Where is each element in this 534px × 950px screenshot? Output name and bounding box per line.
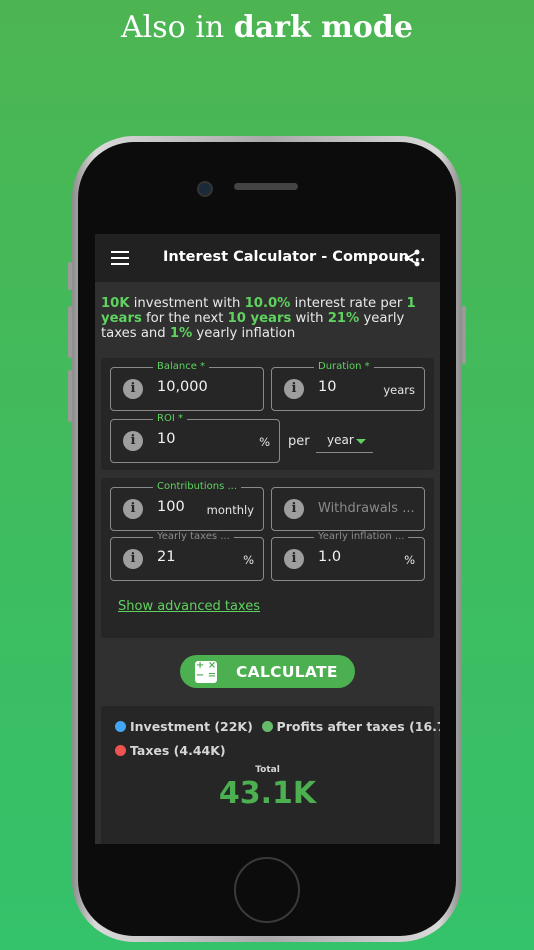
contributions-value[interactable]: 100 xyxy=(157,499,185,515)
summary-amount: 10K xyxy=(101,296,130,311)
legend-taxes: Taxes (4.44K) xyxy=(130,743,226,758)
roi-label: ROI * xyxy=(153,413,187,425)
summary-rate: 10.0% xyxy=(244,296,291,311)
withdrawals-placeholder[interactable]: Withdrawals ... xyxy=(318,501,415,516)
contributions-suffix: monthly xyxy=(206,503,254,517)
contributions-field[interactable]: Contributions ... i 100 monthly xyxy=(110,481,264,531)
legend-row-2: Taxes (4.44K) xyxy=(115,743,226,758)
info-icon[interactable]: i xyxy=(123,379,143,399)
summary-text-6: yearly inflation xyxy=(192,326,296,341)
profits-dot xyxy=(261,721,273,732)
withdrawals-field[interactable]: i Withdrawals ... xyxy=(271,487,425,531)
headline: Also in dark mode xyxy=(0,10,534,45)
hamburger-menu-icon[interactable] xyxy=(111,251,129,265)
total-value: 43.1K xyxy=(218,776,317,811)
yearly-inflation-field[interactable]: Yearly inflation ... i 1.0 % xyxy=(271,531,425,581)
share-icon[interactable] xyxy=(402,248,422,268)
front-camera xyxy=(197,181,213,197)
summary-text-3: for the next xyxy=(141,311,228,326)
info-icon[interactable]: i xyxy=(284,549,304,569)
app-bar: Interest Calculator - Compoun... xyxy=(95,234,440,282)
calculator-icon: + × − = xyxy=(195,660,217,683)
yearly-taxes-label: Yearly taxes ... xyxy=(153,531,234,543)
volume-up-button xyxy=(68,306,72,358)
yearly-inflation-label: Yearly inflation ... xyxy=(314,531,409,543)
duration-field[interactable]: Duration * i 10 years xyxy=(271,361,425,411)
total-label: Total xyxy=(255,765,280,775)
power-button xyxy=(462,306,466,364)
contributions-label: Contributions ... xyxy=(153,481,242,493)
results-card: Investment (22K) Profits after taxes (16… xyxy=(101,706,440,844)
app-screen: Interest Calculator - Compoun... 10K inv… xyxy=(95,234,440,844)
info-icon[interactable]: i xyxy=(123,499,143,519)
summary-taxes: 21% xyxy=(327,311,360,326)
period-select-value: year xyxy=(327,433,354,447)
balance-value[interactable]: 10,000 xyxy=(157,379,208,395)
balance-field[interactable]: Balance * i 10,000 xyxy=(110,361,264,411)
duration-value[interactable]: 10 xyxy=(318,379,336,395)
optional-inputs-card: Contributions ... i 100 monthly i Withdr… xyxy=(101,478,434,638)
summary-text-4: with xyxy=(291,311,328,326)
earpiece-speaker xyxy=(234,183,298,190)
info-icon[interactable]: i xyxy=(123,549,143,569)
per-label: per xyxy=(288,434,310,449)
period-select[interactable]: year xyxy=(316,428,373,453)
summary-text: 10K investment with 10.0% interest rate … xyxy=(95,282,440,354)
yearly-taxes-value[interactable]: 21 xyxy=(157,549,175,565)
calculate-button[interactable]: + × − = CALCULATE xyxy=(180,655,355,688)
summary-text-2: interest rate per xyxy=(290,296,407,311)
duration-suffix: years xyxy=(383,383,415,397)
headline-bold: dark mode xyxy=(233,10,413,45)
home-button[interactable] xyxy=(234,857,300,923)
legend-row-1: Investment (22K) Profits after taxes (16… xyxy=(115,719,440,734)
calculate-button-label: CALCULATE xyxy=(236,663,338,681)
summary-inflation: 1% xyxy=(169,326,193,341)
dropdown-caret-icon xyxy=(356,439,366,444)
yearly-inflation-suffix: % xyxy=(404,553,415,567)
taxes-dot xyxy=(115,745,126,756)
legend-profits: Profits after taxes (16.7K) xyxy=(276,719,440,734)
legend-investment: Investment (22K) xyxy=(130,719,253,734)
yearly-taxes-suffix: % xyxy=(243,553,254,567)
headline-prefix: Also in xyxy=(121,10,225,45)
roi-value[interactable]: 10 xyxy=(157,431,175,447)
summary-text-1: investment with xyxy=(129,296,245,311)
show-advanced-taxes-link[interactable]: Show advanced taxes xyxy=(118,599,260,614)
roi-suffix: % xyxy=(259,435,270,449)
roi-field[interactable]: ROI * i 10 % xyxy=(110,413,280,463)
duration-label: Duration * xyxy=(314,361,374,373)
balance-label: Balance * xyxy=(153,361,210,373)
app-title: Interest Calculator - Compoun... xyxy=(163,249,426,265)
mute-switch xyxy=(68,262,72,290)
investment-dot xyxy=(115,721,126,732)
yearly-inflation-value[interactable]: 1.0 xyxy=(318,549,341,565)
volume-down-button xyxy=(68,370,72,422)
info-icon[interactable]: i xyxy=(284,379,304,399)
summary-years: 10 years xyxy=(227,311,292,326)
required-inputs-card: Balance * i 10,000 Duration * i 10 years… xyxy=(101,358,434,470)
info-icon[interactable]: i xyxy=(284,499,304,519)
yearly-taxes-field[interactable]: Yearly taxes ... i 21 % xyxy=(110,531,264,581)
info-icon[interactable]: i xyxy=(123,431,143,451)
